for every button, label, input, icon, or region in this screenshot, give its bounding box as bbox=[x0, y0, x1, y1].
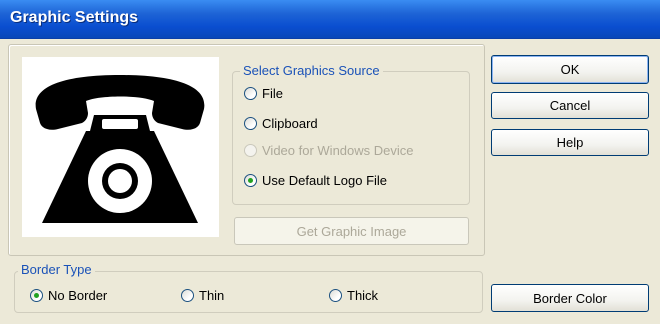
border-thin-radio[interactable]: Thin bbox=[181, 286, 224, 304]
radio-unchecked-icon bbox=[244, 116, 257, 130]
border-color-button[interactable]: Border Color bbox=[491, 284, 649, 312]
get-graphic-image-button[interactable]: Get Graphic Image bbox=[234, 217, 469, 245]
graphic-preview bbox=[22, 57, 219, 237]
radio-unchecked-icon bbox=[329, 288, 342, 302]
border-none-radio[interactable]: No Border bbox=[30, 286, 107, 304]
radio-label: Thick bbox=[347, 287, 379, 303]
radio-label: Use Default Logo File bbox=[262, 172, 388, 188]
cancel-button[interactable]: Cancel bbox=[491, 92, 649, 119]
radio-unchecked-icon bbox=[244, 143, 257, 157]
radio-label: No Border bbox=[48, 287, 108, 303]
title-bar[interactable]: Graphic Settings bbox=[0, 0, 660, 39]
radio-checked-icon bbox=[244, 173, 257, 187]
graphics-source-label: Select Graphics Source bbox=[240, 63, 383, 78]
border-type-label: Border Type bbox=[18, 262, 95, 277]
window-title: Graphic Settings bbox=[10, 9, 139, 26]
radio-label: File bbox=[262, 85, 283, 101]
graphic-settings-dialog: Graphic Settings Select Graphics Source … bbox=[0, 0, 660, 324]
source-video-radio: Video for Windows Device bbox=[244, 141, 414, 159]
border-thick-radio[interactable]: Thick bbox=[329, 286, 378, 304]
source-default-logo-radio[interactable]: Use Default Logo File bbox=[244, 171, 387, 189]
source-clipboard-radio[interactable]: Clipboard bbox=[244, 114, 318, 132]
telephone-icon bbox=[35, 75, 205, 223]
help-button[interactable]: Help bbox=[491, 129, 649, 156]
radio-unchecked-icon bbox=[181, 288, 194, 302]
radio-label: Video for Windows Device bbox=[262, 142, 414, 158]
radio-unchecked-icon bbox=[244, 86, 257, 100]
radio-label: Clipboard bbox=[262, 115, 318, 131]
source-file-radio[interactable]: File bbox=[244, 84, 283, 102]
radio-checked-icon bbox=[30, 288, 43, 302]
radio-label: Thin bbox=[199, 287, 225, 303]
ok-button[interactable]: OK bbox=[491, 55, 649, 84]
